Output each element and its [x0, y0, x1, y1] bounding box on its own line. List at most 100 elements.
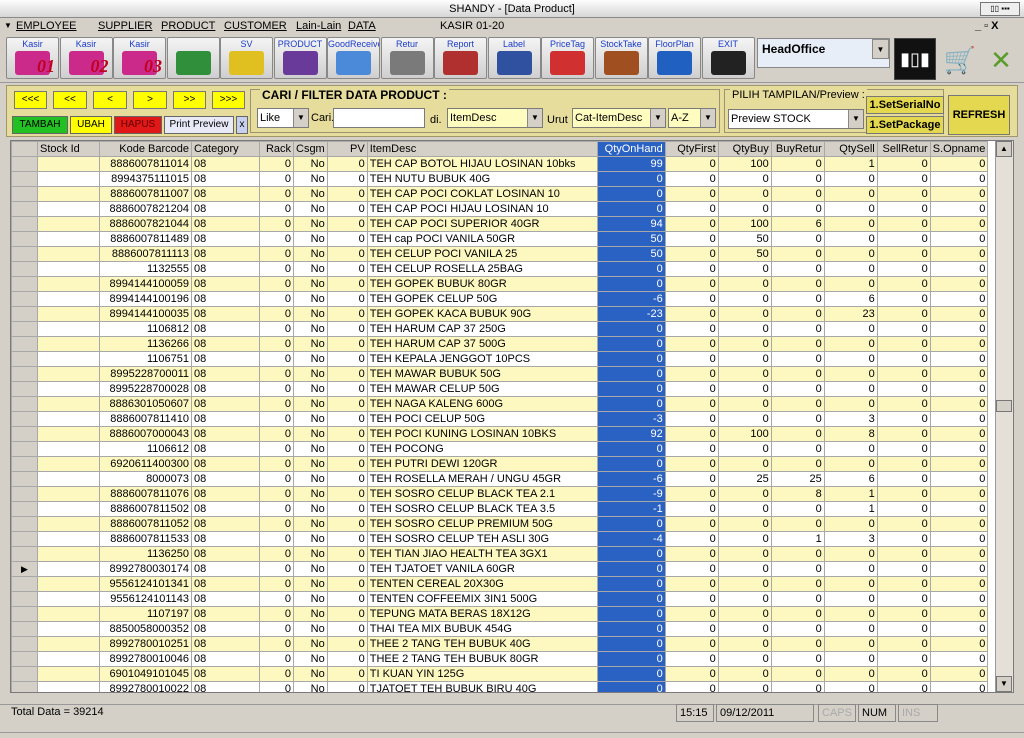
row-indicator[interactable]: [11, 471, 38, 487]
table-cell[interactable]: No: [293, 516, 328, 532]
table-cell[interactable]: No: [293, 486, 328, 502]
row-indicator[interactable]: [11, 171, 38, 187]
table-cell[interactable]: THEE 2 TANG TEH BUBUK 80GR: [366, 651, 598, 667]
table-cell[interactable]: 08: [191, 396, 260, 412]
table-cell[interactable]: 0: [259, 306, 294, 322]
table-cell[interactable]: -9: [596, 486, 666, 502]
table-cell[interactable]: 0: [259, 336, 294, 352]
table-cell[interactable]: 0: [664, 441, 719, 457]
row-indicator[interactable]: [11, 276, 38, 292]
sv-button[interactable]: SV: [220, 37, 273, 79]
table-cell[interactable]: 0: [876, 576, 931, 592]
table-cell[interactable]: 0: [326, 336, 368, 352]
table-cell[interactable]: 0: [596, 651, 666, 667]
table-cell[interactable]: 0: [259, 681, 294, 692]
column-header[interactable]: Category: [191, 141, 260, 157]
table-cell[interactable]: 0: [929, 261, 989, 277]
table-cell[interactable]: 0: [823, 216, 878, 232]
table-cell[interactable]: 0: [876, 651, 931, 667]
table-cell[interactable]: 08: [191, 471, 260, 487]
table-row[interactable]: 8886007811113 08 0 No 0 TEH CELUP POCI VANILA…: [11, 246, 989, 262]
table-cell[interactable]: 0: [259, 291, 294, 307]
table-cell[interactable]: 0: [259, 531, 294, 547]
kasir-03-button[interactable]: Kasir 03: [113, 37, 166, 79]
table-cell[interactable]: 0: [326, 591, 368, 607]
table-cell[interactable]: 0: [770, 351, 825, 367]
table-cell[interactable]: TEH NUTU BUBUK 40G: [366, 171, 598, 187]
table-cell[interactable]: 0: [664, 576, 719, 592]
table-cell[interactable]: 8995228700011: [99, 366, 192, 382]
table-cell[interactable]: 08: [191, 216, 260, 232]
table-cell[interactable]: No: [293, 501, 328, 517]
table-cell[interactable]: 08: [191, 441, 260, 457]
table-cell[interactable]: 0: [876, 216, 931, 232]
table-row[interactable]: 1106612 08 0 No 0 TEH POCONG 0 0 0 0 0 0 0: [11, 441, 989, 457]
row-indicator[interactable]: [11, 426, 38, 442]
barcode-logo-icon[interactable]: ▮▯▮: [894, 38, 936, 80]
system-menu-icon[interactable]: ▼: [4, 18, 12, 34]
table-cell[interactable]: 3: [823, 531, 878, 547]
table-cell[interactable]: 0: [259, 546, 294, 562]
table-cell[interactable]: 0: [929, 396, 989, 412]
table-cell[interactable]: 0: [596, 546, 666, 562]
table-row[interactable]: 1132555 08 0 No 0 TEH CELUP ROSELLA 25BAG 0 0 0 0…: [11, 261, 989, 277]
table-cell[interactable]: 8994144100059: [99, 276, 192, 292]
table-cell[interactable]: [37, 351, 100, 367]
table-cell[interactable]: 0: [770, 291, 825, 307]
table-cell[interactable]: TEH CAP POCI SUPERIOR 40GR: [366, 216, 598, 232]
table-cell[interactable]: 08: [191, 171, 260, 187]
table-cell[interactable]: No: [293, 636, 328, 652]
row-indicator[interactable]: [11, 621, 38, 637]
table-cell[interactable]: 0: [929, 636, 989, 652]
table-cell[interactable]: TEH TJATOET VANILA 60GR: [366, 561, 598, 577]
table-row[interactable]: 8886007811410 08 0 No 0 TEH POCI CELUP 50G -3 0…: [11, 411, 989, 427]
table-cell[interactable]: 0: [326, 516, 368, 532]
table-cell[interactable]: 0: [823, 201, 878, 217]
table-cell[interactable]: [37, 306, 100, 322]
table-cell[interactable]: 0: [876, 516, 931, 532]
table-cell[interactable]: 1106812: [99, 321, 192, 337]
table-cell[interactable]: -23: [596, 306, 666, 322]
table-cell[interactable]: 0: [876, 276, 931, 292]
table-cell[interactable]: 0: [664, 486, 719, 502]
table-cell[interactable]: 8886007821204: [99, 201, 192, 217]
table-cell[interactable]: TEH MAWAR CELUP 50G: [366, 381, 598, 397]
table-cell[interactable]: 99: [596, 156, 666, 172]
table-cell[interactable]: 0: [664, 681, 719, 692]
table-cell[interactable]: 0: [876, 171, 931, 187]
table-cell[interactable]: 0: [596, 666, 666, 682]
table-cell[interactable]: 0: [717, 546, 772, 562]
table-row[interactable]: 8886007811014 08 0 No 0 TEH CAP BOTOL HIJAU L…: [11, 156, 989, 172]
table-cell[interactable]: 0: [259, 171, 294, 187]
table-cell[interactable]: 0: [929, 591, 989, 607]
table-cell[interactable]: 0: [770, 546, 825, 562]
table-cell[interactable]: 8994144100196: [99, 291, 192, 307]
table-row[interactable]: 8994375111015 08 0 No 0 TEH NUTU BUBUK 40G 0 0 0…: [11, 171, 989, 187]
table-cell[interactable]: 0: [770, 261, 825, 277]
table-cell[interactable]: 0: [259, 231, 294, 247]
table-cell[interactable]: 0: [596, 321, 666, 337]
table-cell[interactable]: 0: [770, 336, 825, 352]
table-cell[interactable]: 0: [823, 396, 878, 412]
table-cell[interactable]: No: [293, 456, 328, 472]
table-cell[interactable]: No: [293, 681, 328, 692]
table-cell[interactable]: 0: [876, 291, 931, 307]
row-indicator[interactable]: [11, 201, 38, 217]
table-cell[interactable]: 0: [823, 321, 878, 337]
table-cell[interactable]: 0: [823, 381, 878, 397]
table-cell[interactable]: 0: [664, 651, 719, 667]
table-cell[interactable]: [37, 456, 100, 472]
table-cell[interactable]: 0: [929, 171, 989, 187]
table-cell[interactable]: 0: [717, 606, 772, 622]
table-cell[interactable]: 1136250: [99, 546, 192, 562]
row-indicator[interactable]: [11, 546, 38, 562]
calculator-button[interactable]: [166, 37, 220, 79]
table-cell[interactable]: 6: [823, 291, 878, 307]
table-cell[interactable]: No: [293, 231, 328, 247]
row-indicator[interactable]: [11, 231, 38, 247]
table-cell[interactable]: 6: [823, 471, 878, 487]
table-cell[interactable]: 0: [823, 276, 878, 292]
table-cell[interactable]: 0: [259, 516, 294, 532]
table-cell[interactable]: 0: [259, 456, 294, 472]
row-indicator[interactable]: [11, 486, 38, 502]
